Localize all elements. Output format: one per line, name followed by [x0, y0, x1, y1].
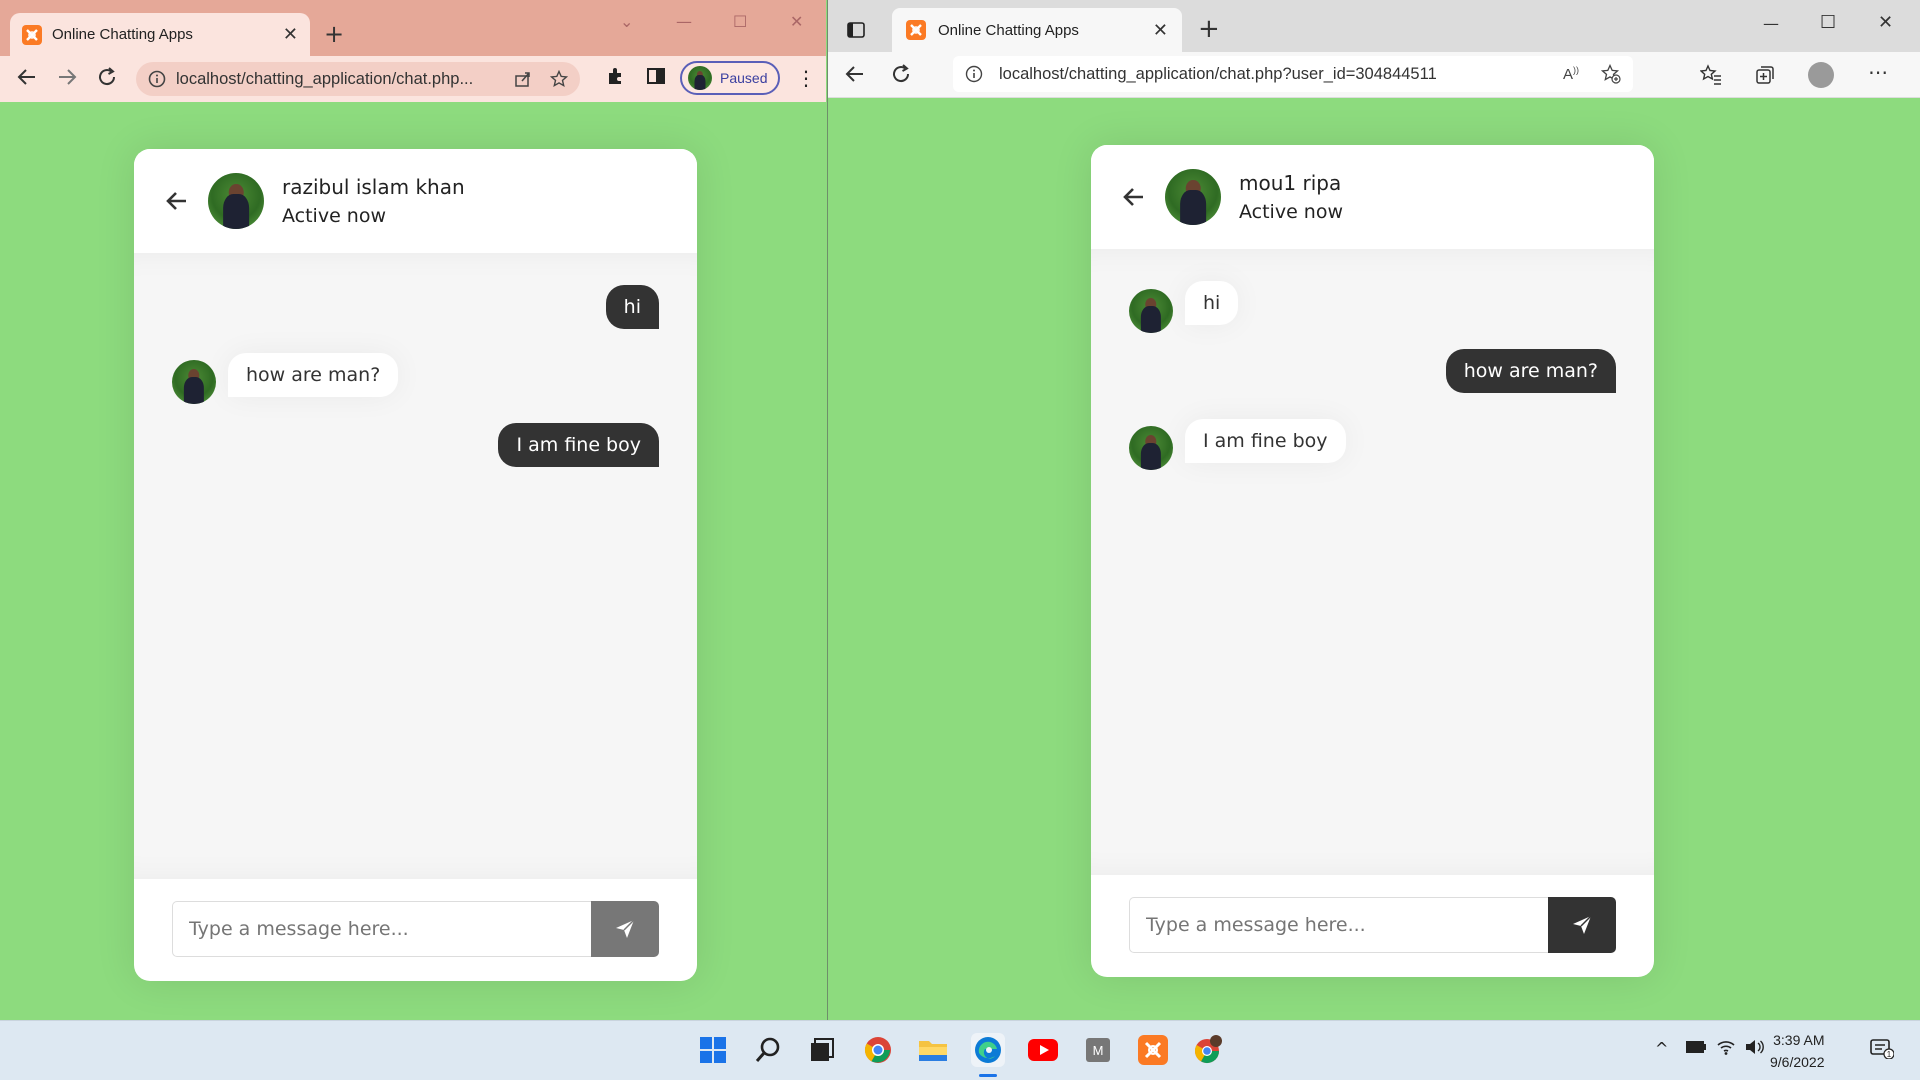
- message-avatar: [1129, 426, 1173, 470]
- message-input[interactable]: [1129, 897, 1548, 953]
- close-tab-icon[interactable]: ✕: [283, 24, 298, 45]
- svg-text:M: M: [1093, 1043, 1104, 1058]
- back-arrow-icon[interactable]: [1121, 184, 1147, 210]
- search-icon[interactable]: [751, 1033, 785, 1067]
- favorites-icon[interactable]: [1700, 64, 1722, 86]
- profile-button[interactable]: Paused: [680, 61, 780, 95]
- browser-tab[interactable]: Online Chatting Apps ✕: [892, 8, 1182, 52]
- wifi-icon[interactable]: [1716, 1039, 1736, 1059]
- message-avatar: [172, 360, 216, 404]
- back-icon[interactable]: [844, 63, 866, 85]
- address-bar[interactable]: localhost/chatting_application/chat.php.…: [136, 62, 580, 96]
- read-aloud-icon[interactable]: A)): [1563, 65, 1579, 83]
- profile-avatar: [688, 66, 712, 90]
- show-hidden-icons[interactable]: ^: [1655, 1039, 1668, 1058]
- tab-title: Online Chatting Apps: [52, 26, 193, 43]
- close-window-icon[interactable]: ✕: [790, 12, 803, 31]
- url-text: localhost/chatting_application/chat.php?…: [999, 64, 1437, 83]
- share-icon[interactable]: [514, 70, 532, 88]
- edge-window: Online Chatting Apps ✕ + — ☐ ✕ localhost…: [827, 0, 1920, 1020]
- maximize-icon[interactable]: ☐: [733, 12, 747, 31]
- clock-date: 9/6/2022: [1770, 1054, 1825, 1070]
- profile-status: Paused: [720, 70, 768, 86]
- chrome-icon[interactable]: [861, 1033, 895, 1067]
- task-view-icon[interactable]: [805, 1033, 839, 1067]
- settings-more-icon[interactable]: ⋯: [1868, 60, 1888, 84]
- contact-name: mou1 ripa: [1239, 171, 1342, 195]
- back-arrow-icon[interactable]: [164, 188, 190, 214]
- contact-avatar: [208, 173, 264, 229]
- typing-area: [172, 901, 659, 957]
- m-app-icon[interactable]: M: [1081, 1033, 1115, 1067]
- url-text: localhost/chatting_application/chat.php.…: [176, 69, 474, 88]
- reload-icon[interactable]: [96, 66, 118, 88]
- contact-avatar: [1165, 169, 1221, 225]
- system-clock[interactable]: 3:39 AM 9/6/2022: [1770, 1029, 1825, 1073]
- browser-tab[interactable]: Online Chatting Apps ✕: [10, 13, 310, 56]
- send-icon: [1571, 914, 1593, 936]
- info-icon[interactable]: [965, 65, 983, 83]
- windows-start-icon[interactable]: [696, 1033, 730, 1067]
- volume-icon[interactable]: [1744, 1039, 1764, 1059]
- clock-time: 3:39 AM: [1773, 1032, 1825, 1048]
- message-avatar: [1129, 289, 1173, 333]
- xampp-icon: [22, 24, 42, 45]
- edge-icon[interactable]: [971, 1033, 1005, 1067]
- xampp-icon: [906, 20, 926, 40]
- chat-box: hi how are man? I am fine boy: [134, 253, 697, 879]
- outgoing-message: hi: [605, 285, 659, 329]
- message-input[interactable]: [172, 901, 591, 957]
- forward-icon[interactable]: [56, 66, 78, 88]
- incoming-message: hi: [1185, 281, 1239, 325]
- reload-icon[interactable]: [890, 63, 912, 85]
- chrome-window: Online Chatting Apps ✕ + ⌄ — ☐ ✕ localho…: [0, 0, 826, 1020]
- outgoing-message: how are man?: [1445, 349, 1616, 393]
- incoming-message: I am fine boy: [1185, 419, 1346, 463]
- tab-title: Online Chatting Apps: [938, 21, 1079, 39]
- close-tab-icon[interactable]: ✕: [1153, 20, 1168, 41]
- svg-text:1: 1: [1887, 1050, 1892, 1059]
- chat-box: hi how are man? I am fine boy: [1091, 249, 1654, 875]
- send-icon: [614, 918, 636, 940]
- back-icon[interactable]: [16, 66, 38, 88]
- send-button[interactable]: [591, 901, 659, 957]
- tab-search-icon[interactable]: ⌄: [620, 12, 633, 31]
- new-tab-button[interactable]: +: [324, 20, 344, 48]
- new-tab-button[interactable]: +: [1198, 14, 1220, 44]
- profile-icon[interactable]: [1808, 62, 1834, 88]
- add-favorite-icon[interactable]: [1601, 64, 1621, 84]
- tab-actions-icon[interactable]: [846, 20, 866, 40]
- battery-icon[interactable]: [1685, 1039, 1707, 1058]
- chat-header: mou1 ripa Active now: [1091, 145, 1654, 249]
- chrome-profile-icon[interactable]: [1191, 1033, 1225, 1067]
- xampp-taskbar-icon[interactable]: [1136, 1033, 1170, 1067]
- maximize-icon[interactable]: ☐: [1820, 12, 1836, 33]
- minimize-icon[interactable]: —: [1763, 14, 1779, 33]
- extensions-icon[interactable]: [606, 66, 626, 86]
- send-button[interactable]: [1548, 897, 1616, 953]
- taskbar: M ^ 3:39 AM 9/6/2022 1: [0, 1020, 1920, 1080]
- notification-icon[interactable]: 1: [1870, 1039, 1895, 1063]
- contact-status: Active now: [282, 205, 387, 227]
- file-explorer-icon[interactable]: [916, 1033, 950, 1067]
- chat-card: razibul islam khan Active now hi how are…: [134, 149, 697, 981]
- menu-icon[interactable]: ⋮: [796, 66, 816, 90]
- contact-status: Active now: [1239, 201, 1344, 223]
- outgoing-message: I am fine boy: [498, 423, 659, 467]
- chat-header: razibul islam khan Active now: [134, 149, 697, 253]
- address-bar[interactable]: localhost/chatting_application/chat.php?…: [953, 56, 1633, 92]
- minimize-icon[interactable]: —: [676, 12, 692, 31]
- info-icon[interactable]: [148, 70, 166, 88]
- contact-name: razibul islam khan: [282, 175, 465, 199]
- collections-icon[interactable]: [1754, 64, 1776, 86]
- youtube-icon[interactable]: [1026, 1033, 1060, 1067]
- star-icon[interactable]: [550, 70, 568, 88]
- close-window-icon[interactable]: ✕: [1878, 12, 1893, 33]
- incoming-message: how are man?: [228, 353, 399, 397]
- active-app-indicator: [979, 1074, 997, 1077]
- chat-card: mou1 ripa Active now hi how are man? I a…: [1091, 145, 1654, 977]
- typing-area: [1129, 897, 1616, 953]
- side-panel-icon[interactable]: [646, 66, 666, 86]
